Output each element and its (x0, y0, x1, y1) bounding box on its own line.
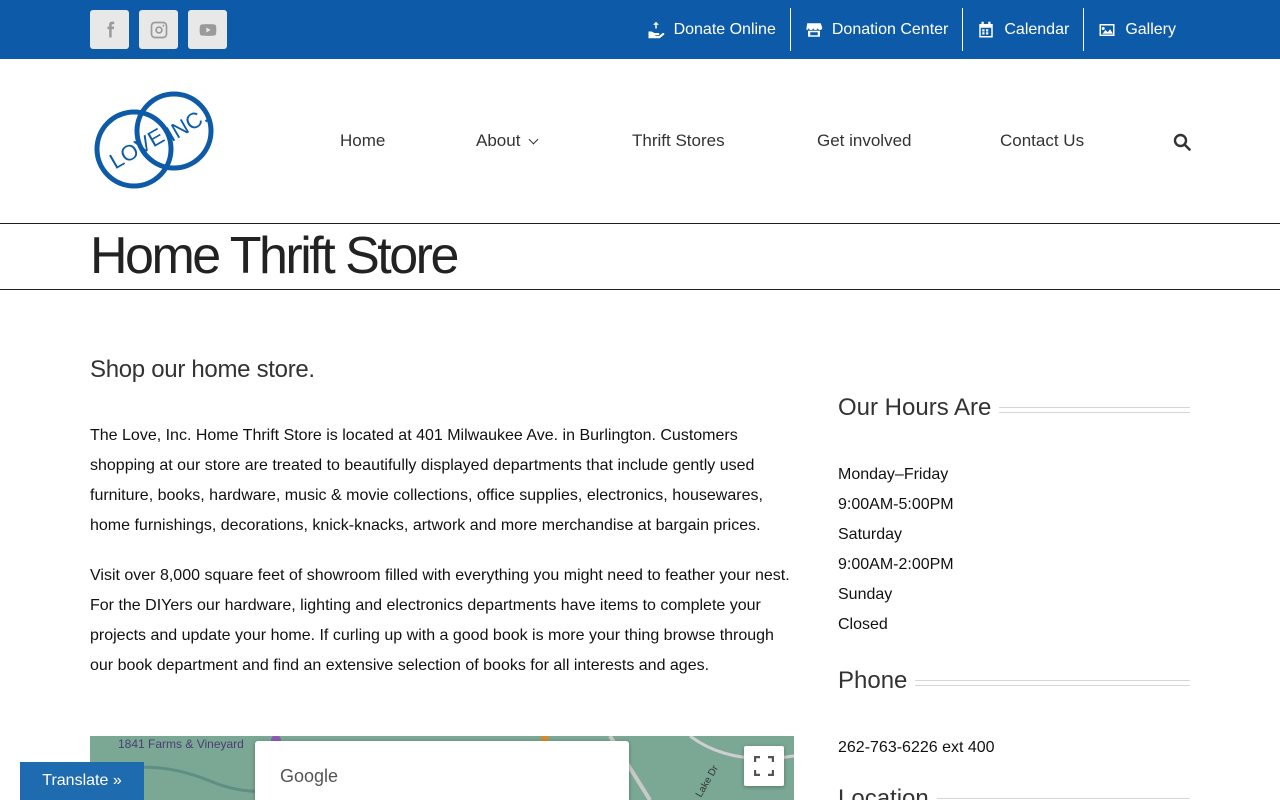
search-icon[interactable] (1173, 133, 1191, 151)
page-title: Home Thrift Store (90, 227, 459, 285)
hours-line: 9:00AM-2:00PM (838, 556, 954, 573)
hours-heading-text: Our Hours Are (838, 394, 992, 421)
nav-thrift-stores[interactable]: Thrift Stores (632, 130, 725, 152)
hours-line: Saturday (838, 526, 903, 543)
hours-line: Sunday (838, 586, 893, 603)
top-bar: Donate Online Donation Center Calendar G… (0, 0, 1280, 59)
nav-home-label: Home (340, 131, 386, 150)
facebook-icon[interactable] (90, 10, 129, 49)
hours-line: Monday–Friday (838, 466, 949, 483)
intro-paragraph: The Love, Inc. Home Thrift Store is loca… (90, 427, 763, 534)
nav-about[interactable]: About (476, 130, 539, 152)
youtube-glyph (199, 23, 216, 36)
google-logo: Google (280, 766, 339, 786)
donate-online-label: Donate Online (673, 20, 776, 38)
hand-holding-heart-icon (648, 21, 664, 38)
hours-list: Monday–Friday 9:00AM-5:00PM Saturday 9:0… (838, 460, 954, 640)
calendar-icon (979, 21, 994, 37)
location-heading: Location (838, 785, 1190, 800)
map-info-card[interactable]: Google (255, 741, 629, 800)
location-heading-text: Location (838, 785, 929, 800)
map-embed[interactable]: 1841 Farms & Vineyard Lake Dr Google (90, 736, 794, 800)
store-icon (806, 22, 823, 37)
hours-line: Closed (838, 616, 888, 633)
nav-get-involved-label: Get involved (817, 131, 912, 150)
gallery-label: Gallery (1125, 20, 1176, 38)
nav-contact-us-label: Contact Us (1000, 131, 1085, 150)
facebook-glyph (107, 21, 114, 37)
phone-number: 262-763-6226 ext 400 (838, 739, 995, 756)
nav-home[interactable]: Home (340, 130, 385, 152)
fullscreen-icon (754, 756, 774, 776)
translate-button[interactable]: Translate » (20, 762, 144, 800)
instagram-icon[interactable] (139, 10, 178, 49)
nav-get-involved[interactable]: Get involved (817, 130, 912, 152)
donate-online-link[interactable]: Donate Online (633, 8, 790, 51)
nav-contact-us[interactable]: Contact Us (1000, 130, 1084, 152)
donation-center-label: Donation Center (831, 20, 949, 38)
donation-center-link[interactable]: Donation Center (789, 8, 963, 51)
calendar-label: Calendar (1004, 20, 1070, 38)
hours-heading: Our Hours Are (838, 394, 1190, 422)
page-subtitle: Shop our home store. (90, 356, 315, 383)
map-place-label: 1841 Farms & Vineyard (118, 737, 244, 751)
phone-heading-text: Phone (838, 667, 908, 694)
heading-divider (999, 407, 1190, 413)
showroom-paragraph: Visit over 8,000 square feet of showroom… (90, 567, 790, 674)
nav-about-label: About (476, 131, 521, 150)
image-icon (1099, 23, 1115, 36)
heading-divider (915, 680, 1190, 686)
fullscreen-button[interactable] (744, 746, 784, 786)
top-links: Donate Online Donation Center Calendar G… (633, 8, 1190, 51)
nav-thrift-stores-label: Thrift Stores (632, 131, 725, 150)
chevron-down-icon (528, 134, 539, 145)
calendar-link[interactable]: Calendar (962, 8, 1083, 51)
hours-line: 9:00AM-5:00PM (838, 496, 954, 513)
instagram-glyph (150, 21, 167, 38)
youtube-icon[interactable] (188, 10, 227, 49)
phone-heading: Phone (838, 667, 1190, 695)
love-inc-logo[interactable]: LOVE INC. (94, 91, 216, 191)
gallery-link[interactable]: Gallery (1083, 8, 1190, 51)
